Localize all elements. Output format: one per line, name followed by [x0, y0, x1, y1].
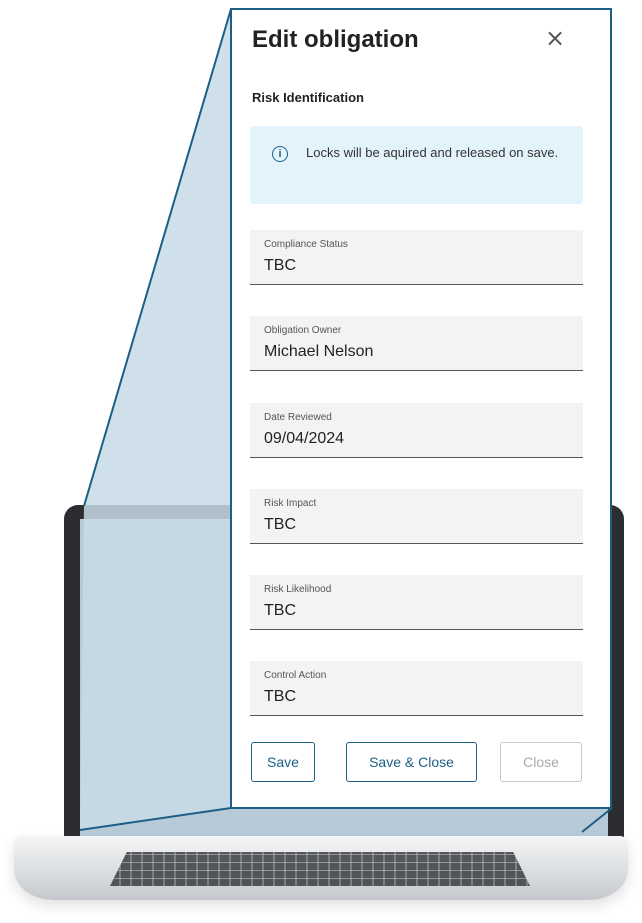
info-text: Locks will be aquired and released on sa…	[306, 145, 559, 160]
field-label: Risk Likelihood	[264, 584, 332, 595]
compliance-status-field[interactable]: Compliance Status TBC	[250, 230, 583, 285]
panel-title: Edit obligation	[252, 26, 419, 53]
field-value: Michael Nelson	[264, 343, 374, 360]
field-label: Control Action	[264, 670, 327, 681]
close-button[interactable]: Close	[500, 742, 582, 782]
control-action-field[interactable]: Control Action TBC	[250, 661, 583, 716]
obligation-owner-field[interactable]: Obligation Owner Michael Nelson	[250, 316, 583, 371]
edit-obligation-panel: Edit obligation × Risk Identification i …	[230, 8, 612, 809]
date-reviewed-field[interactable]: Date Reviewed 09/04/2024	[250, 403, 583, 458]
field-value: 09/04/2024	[264, 430, 345, 447]
field-label: Risk Impact	[264, 498, 317, 509]
field-label: Compliance Status	[264, 239, 348, 250]
field-value: TBC	[264, 602, 296, 619]
save-and-close-button[interactable]: Save & Close	[346, 742, 477, 782]
field-value: TBC	[264, 257, 296, 274]
info-banner: i Locks will be aquired and released on …	[250, 126, 583, 204]
field-value: TBC	[264, 516, 296, 533]
info-icon: i	[272, 146, 288, 162]
field-label: Date Reviewed	[264, 412, 332, 423]
section-label: Risk Identification	[252, 90, 364, 105]
close-icon[interactable]: ×	[545, 24, 565, 52]
save-button[interactable]: Save	[251, 742, 315, 782]
field-label: Obligation Owner	[264, 325, 342, 336]
risk-impact-field[interactable]: Risk Impact TBC	[250, 489, 583, 544]
field-value: TBC	[264, 688, 296, 705]
risk-likelihood-field[interactable]: Risk Likelihood TBC	[250, 575, 583, 630]
